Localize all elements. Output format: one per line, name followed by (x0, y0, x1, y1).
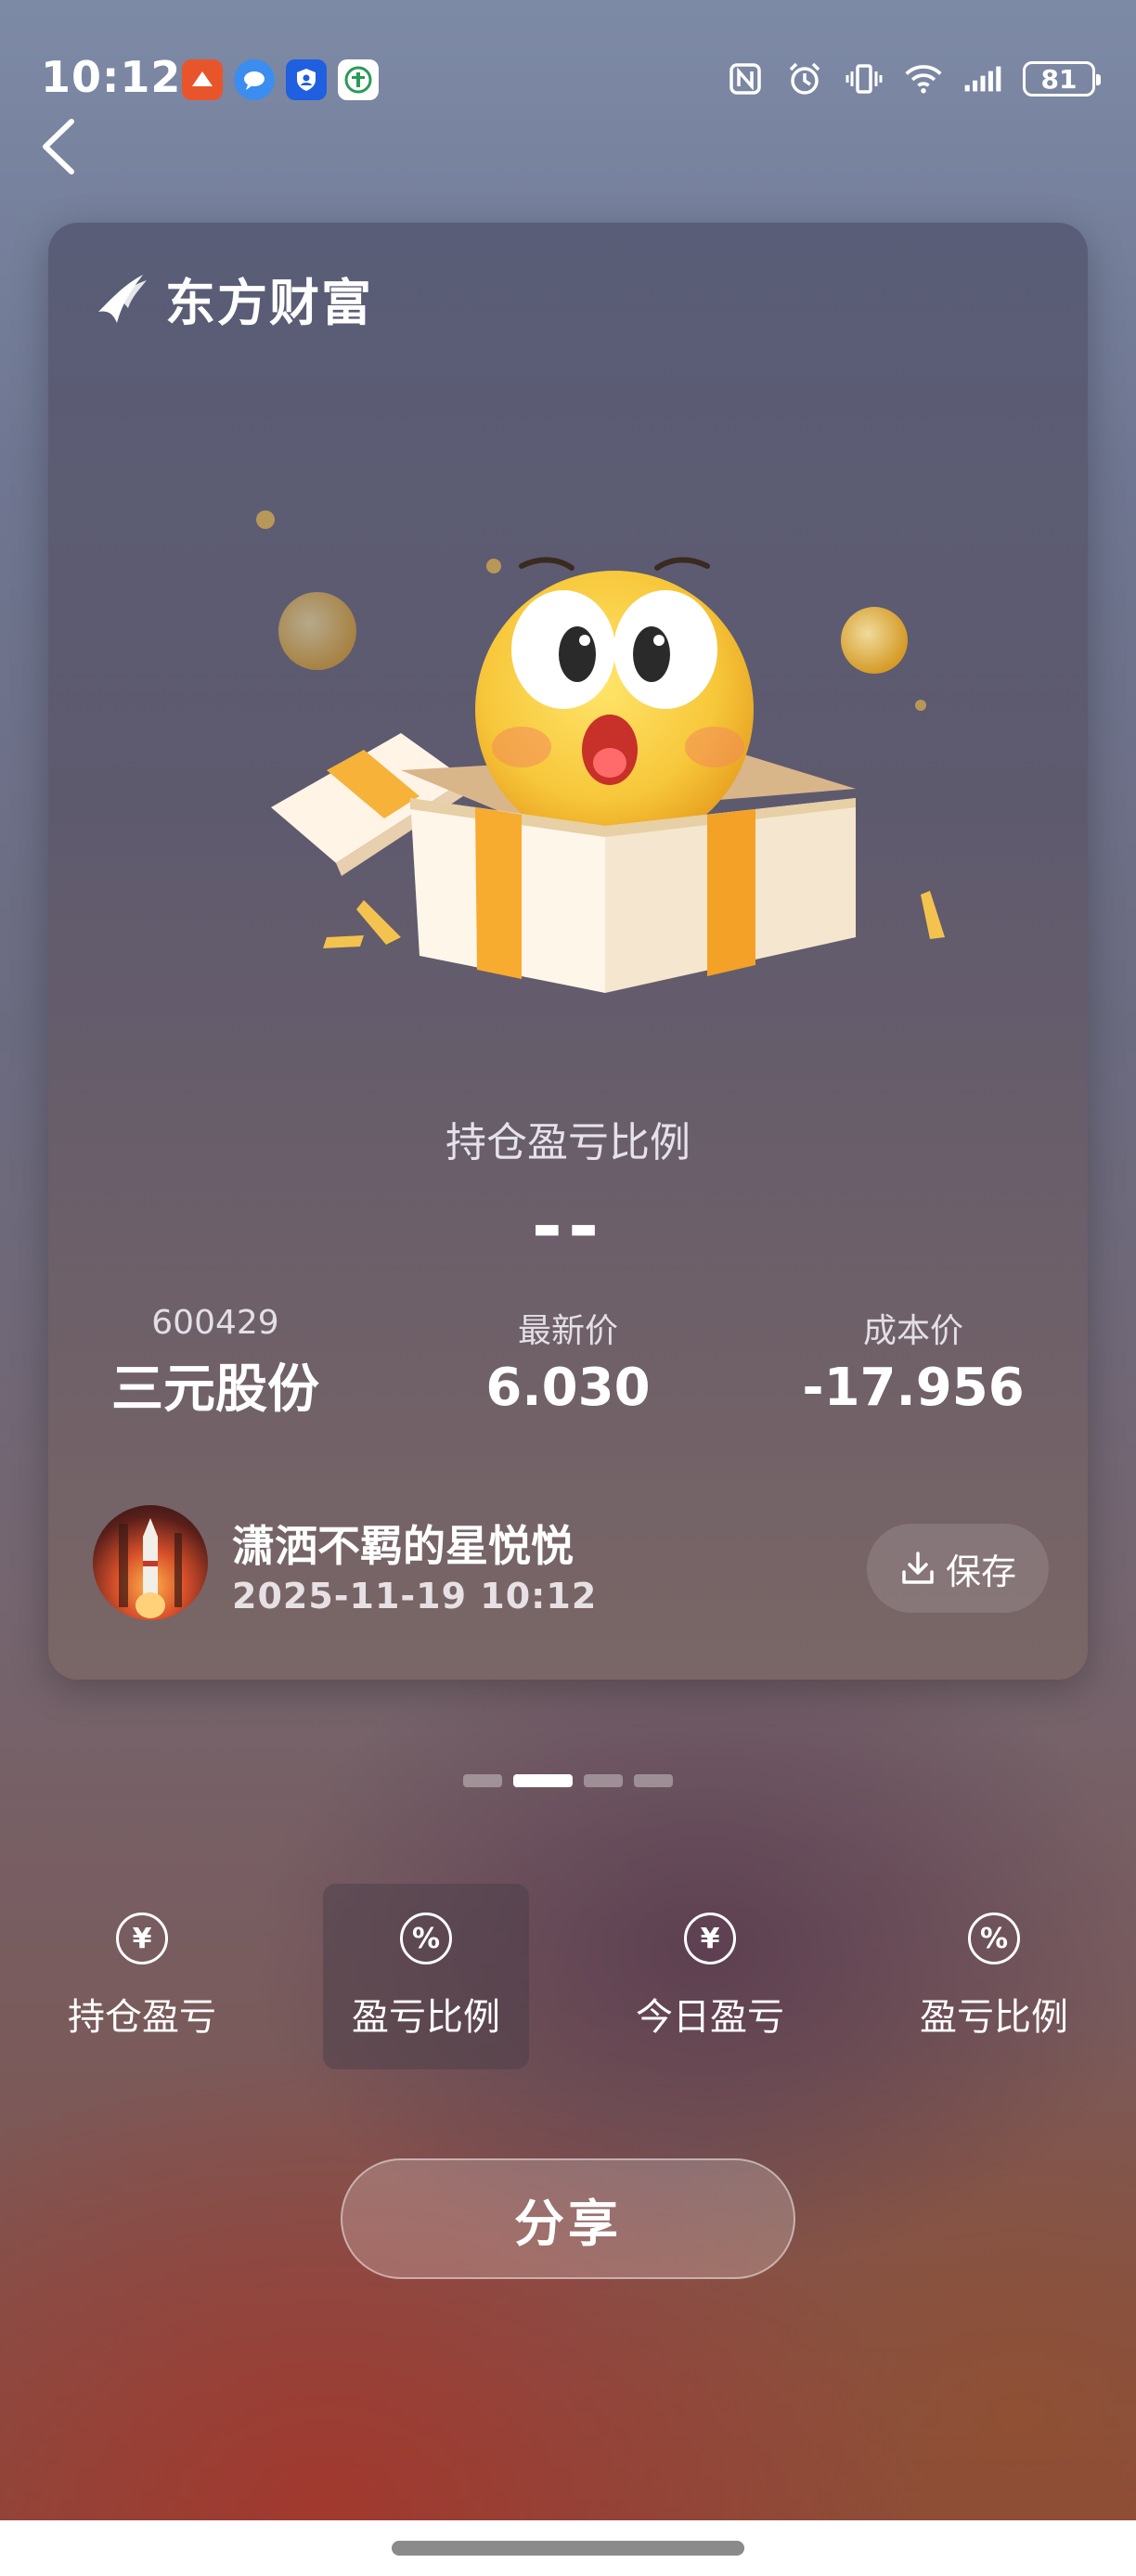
option-today-profit[interactable]: ¥ 今日盈亏 (607, 1884, 813, 2069)
bank-icon (338, 59, 379, 100)
stock-stat: 600429 三元股份 (48, 1304, 382, 1423)
wifi-icon (904, 59, 943, 98)
card-type-options: ¥ 持仓盈亏 % 盈亏比例 ¥ 今日盈亏 % 盈亏比例 (0, 1884, 1136, 2069)
signal-icon (963, 59, 1002, 98)
option-label: 盈亏比例 (352, 1996, 500, 2039)
option-profit-ratio-selected[interactable]: % 盈亏比例 (323, 1884, 529, 2069)
surprised-gift-box-illustration (256, 510, 945, 993)
pager-dot[interactable] (463, 1774, 502, 1787)
latest-price-value: 6.030 (485, 1358, 651, 1418)
cost-price-value: -17.956 (802, 1358, 1025, 1418)
user-name: 潇洒不羁的星悦悦 (232, 1521, 574, 1571)
card-pager (0, 1774, 1136, 1787)
status-time: 10:12 (41, 52, 182, 102)
brand-logo-icon (98, 274, 147, 323)
percent-icon: % (968, 1913, 1020, 1964)
yuan-icon: ¥ (116, 1913, 168, 1964)
app-orange-icon (182, 59, 223, 100)
percent-icon: % (400, 1913, 452, 1964)
stats-row: 600429 三元股份 最新价 6.030 成本价 -17.956 (48, 1304, 1088, 1424)
notification-icons (182, 59, 379, 100)
chat-bubble-icon (234, 59, 275, 100)
share-timestamp: 2025-11-19 10:12 (232, 1576, 598, 1616)
save-button[interactable]: 保存 (867, 1524, 1049, 1613)
pager-dot[interactable] (634, 1774, 673, 1787)
option-label: 今日盈亏 (636, 1996, 784, 2039)
option-profit-ratio[interactable]: % 盈亏比例 (891, 1884, 1097, 2069)
yuan-icon: ¥ (684, 1913, 736, 1964)
shield-user-icon (286, 59, 327, 100)
profit-ratio-label: 持仓盈亏比例 (445, 1119, 691, 1166)
status-bar: 10:12 81 (0, 0, 1136, 121)
system-icons: 81 (726, 59, 1101, 98)
stock-name: 三元股份 (111, 1359, 319, 1420)
cost-price-label: 成本价 (862, 1312, 963, 1350)
share-label: 分享 (514, 2194, 622, 2253)
battery-level: 81 (1040, 63, 1078, 95)
download-icon (902, 1552, 934, 1584)
cost-price-stat: 成本价 -17.956 (746, 1304, 1080, 1418)
battery-icon: 81 (1023, 61, 1101, 97)
user-row: 潇洒不羁的星悦悦 2025-11-19 10:12 保存 (93, 1503, 1049, 1633)
stock-code: 600429 (151, 1304, 279, 1342)
brand: 东方财富 (91, 262, 373, 335)
profit-ratio-value: -- (531, 1183, 605, 1269)
home-indicator[interactable] (392, 2541, 744, 2556)
navigation-bar (0, 2520, 1136, 2576)
share-button[interactable]: 分享 (341, 2158, 795, 2279)
avatar (93, 1505, 208, 1620)
nfc-icon (726, 59, 765, 98)
save-label: 保存 (945, 1551, 1016, 1592)
back-button[interactable] (26, 109, 91, 184)
vibrate-icon (845, 59, 884, 98)
alarm-icon (785, 59, 824, 98)
chevron-left-icon (43, 119, 74, 174)
pager-dot-active[interactable] (513, 1774, 573, 1787)
pager-dot[interactable] (584, 1774, 623, 1787)
brand-name: 东方财富 (165, 274, 373, 332)
latest-price-label: 最新价 (517, 1312, 618, 1350)
rocket-launch-image (119, 1518, 182, 1618)
latest-price-stat: 最新价 6.030 (401, 1304, 735, 1418)
share-card: 东方财富 持仓盈亏比例 -- 600429 三元股份 最新价 6.030 成本价… (48, 223, 1088, 1680)
option-label: 盈亏比例 (920, 1996, 1068, 2039)
option-label: 持仓盈亏 (68, 1996, 216, 2039)
option-position-profit[interactable]: ¥ 持仓盈亏 (39, 1884, 245, 2069)
